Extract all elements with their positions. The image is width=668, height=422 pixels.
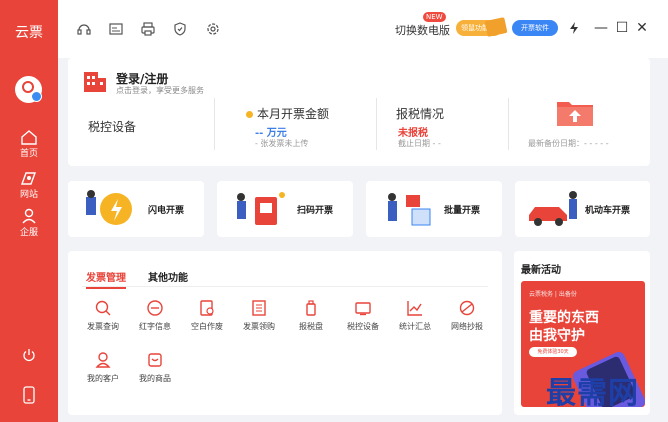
fn-my-goods[interactable]: 我的商品	[132, 351, 178, 384]
fn-tax-device[interactable]: 税控设备	[340, 299, 386, 332]
search-icon	[95, 300, 111, 316]
activity-title: 最新活动	[521, 265, 561, 276]
customer-icon	[95, 352, 111, 368]
home-icon	[21, 130, 37, 145]
fn-label: 发票查询	[87, 322, 119, 331]
user-avatar[interactable]	[15, 76, 42, 103]
fn-label: 我的客户	[87, 374, 119, 383]
feature-label: 扫码开票	[297, 206, 334, 216]
fn-label: 网络抄报	[451, 322, 483, 331]
purchase-icon	[252, 300, 266, 316]
monthly-amount-title: 本月开票金额	[246, 105, 329, 122]
fn-invoice-query[interactable]: 发票查询	[80, 299, 126, 332]
fn-statistics[interactable]: 统计汇总	[392, 299, 438, 332]
cloud-backup-icon[interactable]	[555, 96, 595, 128]
divider	[508, 98, 509, 150]
device-icon	[355, 302, 371, 316]
envelope-icon	[484, 17, 508, 37]
account-summary-card: 登录/注册 点击登录，享受更多服务 税控设备 本月开票金额 -- 万元 - 张发…	[68, 58, 650, 166]
fn-invoice-purchase[interactable]: 发票领购	[236, 299, 282, 332]
tax-report-title: 报税情况	[396, 107, 445, 121]
tax-deadline: 截止日期 - -	[398, 139, 441, 148]
tax-report-status: 未报税	[398, 128, 428, 139]
power-icon[interactable]	[22, 348, 36, 362]
top-toolbar: 切换数电版 NEW 领鼠功能 开票软件 — ☐ ✕	[58, 0, 668, 58]
fn-tax-disk[interactable]: 报税盘	[288, 299, 334, 332]
divider	[214, 98, 215, 150]
close-button[interactable]: ✕	[634, 20, 650, 36]
fn-label: 空白作废	[191, 322, 223, 331]
network-icon	[459, 300, 475, 316]
tab-divider	[82, 286, 488, 287]
vehicle-invoice-illustration	[529, 191, 577, 226]
invoice-software-button[interactable]: 开票软件	[512, 20, 558, 36]
tab-other-functions[interactable]: 其他功能	[148, 269, 188, 284]
divider	[376, 98, 377, 150]
banner-brand: 云票税务 | 出备份	[529, 291, 577, 298]
tax-device-label: 税控设备	[88, 120, 137, 134]
vehicle-invoice-card[interactable]: 机动车开票	[515, 181, 650, 237]
sidebar: 云票 首页 网站 企服	[0, 0, 58, 422]
void-icon	[200, 300, 214, 316]
switch-version-link[interactable]: 切换数电版	[395, 22, 450, 38]
tab-invoice-management[interactable]: 发票管理	[86, 269, 126, 289]
fn-label: 统计汇总	[399, 322, 431, 331]
website-icon	[21, 172, 36, 185]
chart-icon	[407, 301, 422, 316]
fn-label: 税控设备	[347, 322, 379, 331]
sidebar-item-label: 网站	[19, 190, 38, 200]
lightning-icon[interactable]	[566, 20, 582, 36]
fn-label: 报税盘	[299, 322, 323, 331]
unuploaded-count: - 张发票未上传	[255, 139, 309, 148]
sidebar-item-label: 企服	[19, 228, 38, 238]
sidebar-item-enterprise[interactable]: 企服	[0, 208, 58, 238]
mobile-icon[interactable]	[21, 386, 37, 404]
fn-red-info[interactable]: 红字信息	[132, 299, 178, 332]
fn-my-customers[interactable]: 我的客户	[80, 351, 126, 384]
watermark: 最需网	[546, 376, 639, 411]
status-dot	[246, 111, 253, 118]
gear-icon[interactable]	[205, 21, 221, 37]
fn-label: 我的商品	[139, 374, 171, 383]
backup-date: 最新备份日期：- - - - -	[528, 139, 609, 148]
function-panel: 发票管理 其他功能 发票查询 红字信息 空白作废 发票领购 报税盘 税控设备 统…	[68, 251, 502, 415]
building-icon	[84, 72, 106, 92]
feature-pill-button[interactable]: 领鼠功能	[456, 17, 508, 37]
invoice-icon[interactable]	[108, 21, 124, 37]
shield-icon[interactable]	[172, 21, 188, 37]
feature-label: 闪电开票	[148, 206, 185, 216]
lightning-invoice-illustration	[86, 190, 132, 225]
batch-invoice-illustration	[388, 193, 431, 226]
scan-invoice-illustration	[237, 192, 285, 225]
banner-trial-button[interactable]: 免费体验30天	[529, 347, 577, 357]
quick-invoice-card[interactable]: 闪电开票	[68, 181, 204, 237]
scan-invoice-card[interactable]: 扫码开票	[217, 181, 353, 237]
app-logo: 云票	[15, 25, 43, 41]
fn-label: 红字信息	[139, 322, 171, 331]
goods-icon	[148, 353, 162, 367]
printer-icon[interactable]	[140, 21, 156, 37]
banner-headline: 重要的东西 由我守护	[529, 310, 599, 344]
fn-network-report[interactable]: 网络抄报	[444, 299, 490, 332]
sidebar-item-home[interactable]: 首页	[0, 129, 58, 159]
feature-label: 批量开票	[444, 206, 481, 216]
batch-invoice-card[interactable]: 批量开票	[366, 181, 502, 237]
maximize-button[interactable]: ☐	[614, 20, 630, 36]
feature-label: 机动车开票	[585, 206, 631, 216]
fn-blank-void[interactable]: 空白作废	[184, 299, 230, 332]
sidebar-item-label: 首页	[19, 149, 38, 159]
minimize-button[interactable]: —	[593, 20, 609, 36]
headset-icon[interactable]	[76, 21, 92, 37]
monthly-amount-value: -- 万元	[255, 128, 287, 139]
login-subtitle: 点击登录，享受更多服务	[116, 86, 204, 95]
tax-disk-icon	[306, 300, 316, 316]
enterprise-icon	[22, 208, 36, 224]
minus-circle-icon	[147, 300, 163, 316]
sidebar-item-website[interactable]: 网站	[0, 170, 58, 200]
new-badge: NEW	[423, 12, 446, 22]
fn-label: 发票领购	[243, 322, 275, 331]
